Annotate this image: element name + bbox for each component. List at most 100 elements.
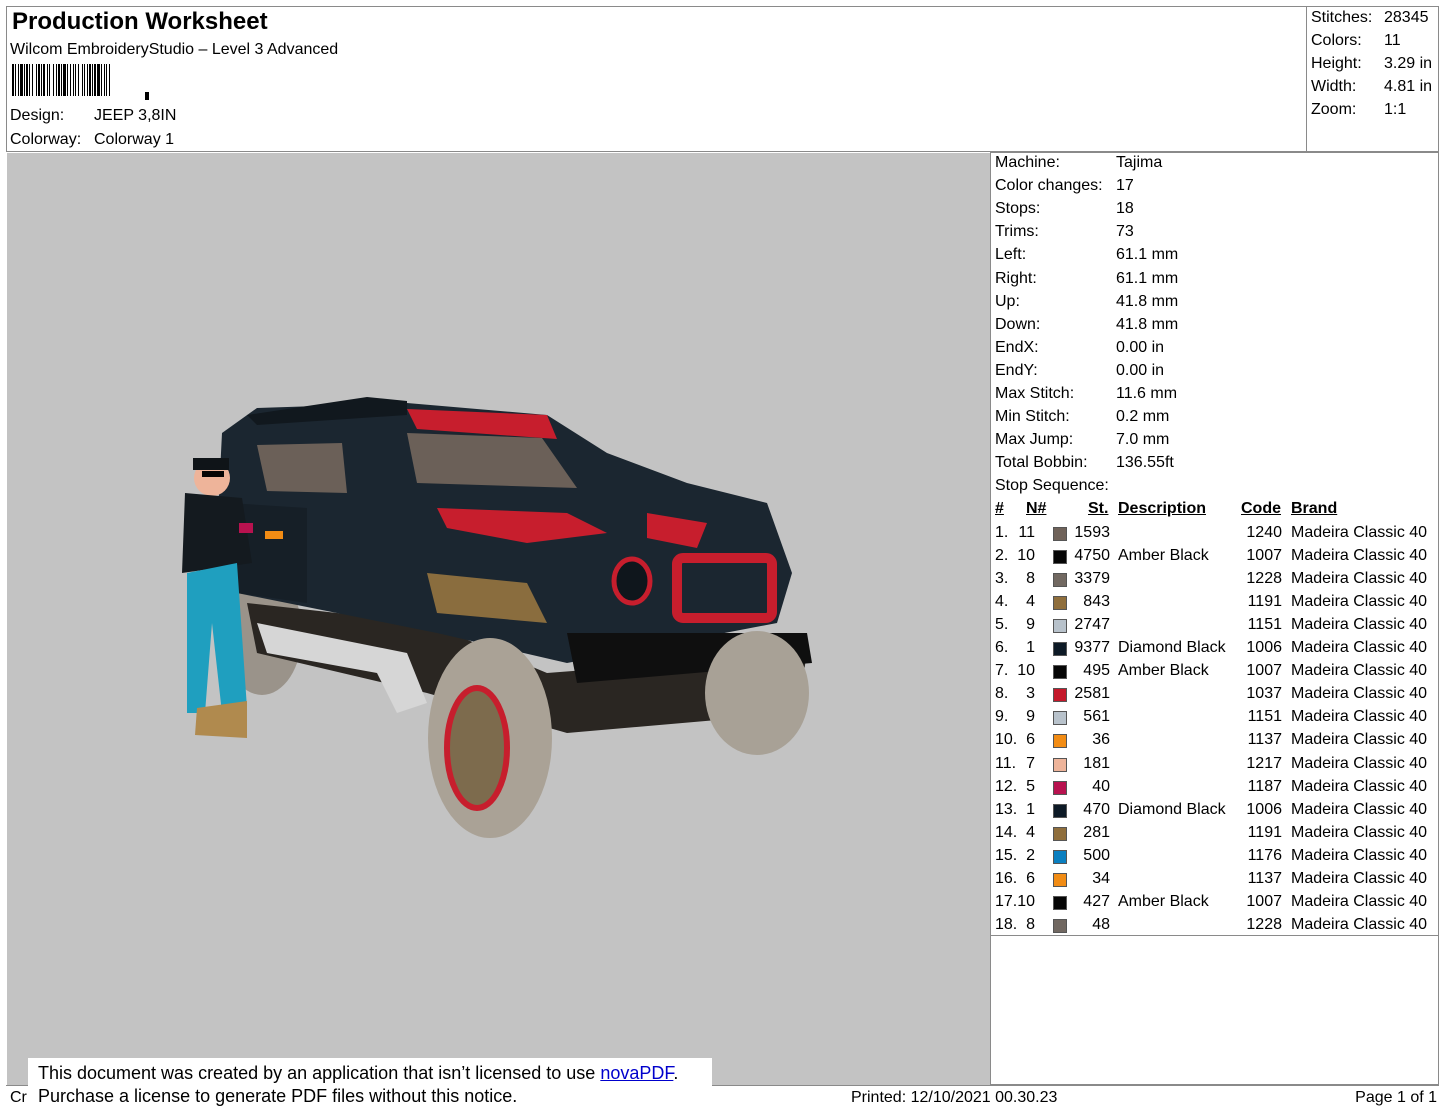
- barcode-bar: [101, 64, 102, 96]
- row-index: 9.: [995, 708, 1009, 726]
- color-swatch: [1053, 573, 1067, 588]
- info-value: 17: [1116, 177, 1134, 195]
- table-row: 17. 10 427 Amber Black 1007 Madeira Classic 4…: [991, 892, 1439, 915]
- row-stitches: 4750: [1074, 547, 1110, 565]
- barcode-bar: [84, 64, 85, 96]
- row-brand: Madeira Classic 40: [1291, 823, 1428, 841]
- info-label: Color changes:: [995, 177, 1103, 195]
- barcode-bar: [87, 64, 88, 96]
- table-row: 2. 10 4750 Amber Black 1007 Madeira Classic 4…: [991, 546, 1439, 569]
- barcode-bar: [20, 64, 23, 96]
- row-brand: Madeira Classic 40: [1291, 869, 1428, 887]
- row-needle: 9: [1026, 708, 1035, 726]
- col-brand: Brand: [1291, 500, 1338, 517]
- row-index: 1.: [995, 524, 1009, 541]
- design-label: Design:: [10, 107, 65, 124]
- notice-period: .: [673, 1063, 679, 1083]
- barcode-bar: [15, 64, 16, 96]
- design-preview: [7, 153, 990, 1085]
- barcode-bar: [38, 64, 40, 96]
- barcode-bar: [58, 64, 60, 96]
- barcode-bar: [78, 64, 79, 96]
- row-needle: 1: [1026, 639, 1035, 657]
- machine-info-row: Max Stitch: 11.6 mm: [995, 385, 1177, 403]
- row-code: 1006: [1246, 639, 1282, 657]
- barcode-bar: [61, 64, 62, 96]
- barcode-bar: [109, 64, 110, 96]
- summary-row: Width: 4.81 in: [1311, 78, 1432, 96]
- row-code: 1240: [1246, 524, 1282, 541]
- machine-info-row: Down: 41.8 mm: [995, 316, 1178, 334]
- row-needle: 5: [1026, 777, 1035, 795]
- table-row: 9. 9 561 1151 Madeira Classic 40: [991, 707, 1439, 730]
- row-needle: 9: [1026, 616, 1035, 634]
- row-code: 1176: [1247, 846, 1282, 864]
- barcode-comma: [145, 92, 149, 100]
- row-brand: Madeira Classic 40: [1291, 846, 1428, 864]
- row-stitches: 427: [1083, 892, 1110, 910]
- info-label: EndX:: [995, 338, 1039, 356]
- row-needle: 8: [1026, 570, 1035, 588]
- row-stitches: 495: [1083, 662, 1110, 680]
- row-index: 7.: [995, 662, 1009, 680]
- row-index: 5.: [995, 616, 1009, 634]
- info-value: 0.00 in: [1116, 361, 1165, 379]
- row-stitches: 36: [1092, 731, 1110, 749]
- notice-text-line2: Purchase a license to generate PDF files…: [38, 1086, 518, 1106]
- barcode-bar: [43, 64, 45, 96]
- barcode: [12, 64, 149, 100]
- barcode-bar: [70, 64, 71, 96]
- summary-value: 11: [1384, 32, 1401, 49]
- barcode-bar: [104, 64, 105, 96]
- row-code: 1191: [1247, 823, 1282, 841]
- machine-info-row: Stops: 18: [995, 200, 1134, 218]
- summary-value: 1:1: [1384, 101, 1407, 118]
- machine-info-row: Left: 61.1 mm: [995, 246, 1178, 264]
- row-code: 1137: [1247, 869, 1282, 887]
- table-row: 15. 2 500 1176 Madeira Classic 40: [991, 846, 1439, 869]
- info-value: 73: [1116, 223, 1134, 241]
- row-stitches: 281: [1083, 823, 1110, 841]
- info-value: 0.00 in: [1116, 338, 1165, 356]
- info-label: Max Jump:: [995, 431, 1074, 449]
- row-brand: Madeira Classic 40: [1291, 915, 1428, 933]
- page-number: Page 1 of 1: [1355, 1089, 1437, 1106]
- machine-info-row: Total Bobbin: 136.55ft: [995, 454, 1174, 472]
- info-label: Total Bobbin:: [995, 454, 1088, 472]
- row-code: 1007: [1246, 892, 1282, 910]
- row-stitches: 1593: [1074, 524, 1110, 541]
- color-swatch: [1053, 665, 1067, 680]
- row-needle: 6: [1026, 869, 1035, 887]
- row-code: 1007: [1246, 547, 1282, 565]
- novapdf-link[interactable]: novaPDF: [600, 1063, 673, 1083]
- info-value: 11.6 mm: [1116, 385, 1178, 402]
- info-value: 41.8 mm: [1116, 292, 1179, 310]
- info-label: Trims:: [995, 223, 1039, 241]
- machine-info-row: Min Stitch: 0.2 mm: [995, 408, 1169, 426]
- color-swatch: [1053, 711, 1067, 726]
- barcode-bar: [32, 64, 33, 96]
- stop-sequence-title: Stop Sequence:: [995, 477, 1109, 494]
- notice-text: This document was created by an applicat…: [38, 1063, 601, 1083]
- color-swatch: [1053, 596, 1067, 611]
- barcode-bar: [53, 64, 54, 96]
- machine-info-row: Trims: 73: [995, 223, 1134, 241]
- embroidery-design-image: [182, 397, 812, 838]
- row-code: 1191: [1247, 593, 1282, 611]
- row-brand: Madeira Classic 40: [1291, 800, 1428, 818]
- machine-info-row: Machine: Tajima: [995, 154, 1162, 172]
- row-brand: Madeira Classic 40: [1291, 593, 1428, 611]
- row-stitches: 470: [1083, 800, 1110, 818]
- row-index: 2.: [995, 547, 1009, 565]
- footer-left-text: Cr: [10, 1089, 27, 1106]
- row-brand: Madeira Classic 40: [1291, 570, 1428, 588]
- header-divider: [1306, 6, 1307, 152]
- row-description: Amber Black: [1118, 547, 1209, 565]
- row-code: 1006: [1246, 800, 1282, 818]
- row-code: 1007: [1246, 662, 1282, 680]
- info-label: Stops:: [995, 200, 1041, 218]
- color-swatch: [1053, 550, 1067, 565]
- summary-value: 4.81 in: [1384, 78, 1433, 95]
- row-code: 1037: [1246, 685, 1282, 703]
- software-subtitle: Wilcom EmbroideryStudio – Level 3 Advanc…: [10, 41, 339, 58]
